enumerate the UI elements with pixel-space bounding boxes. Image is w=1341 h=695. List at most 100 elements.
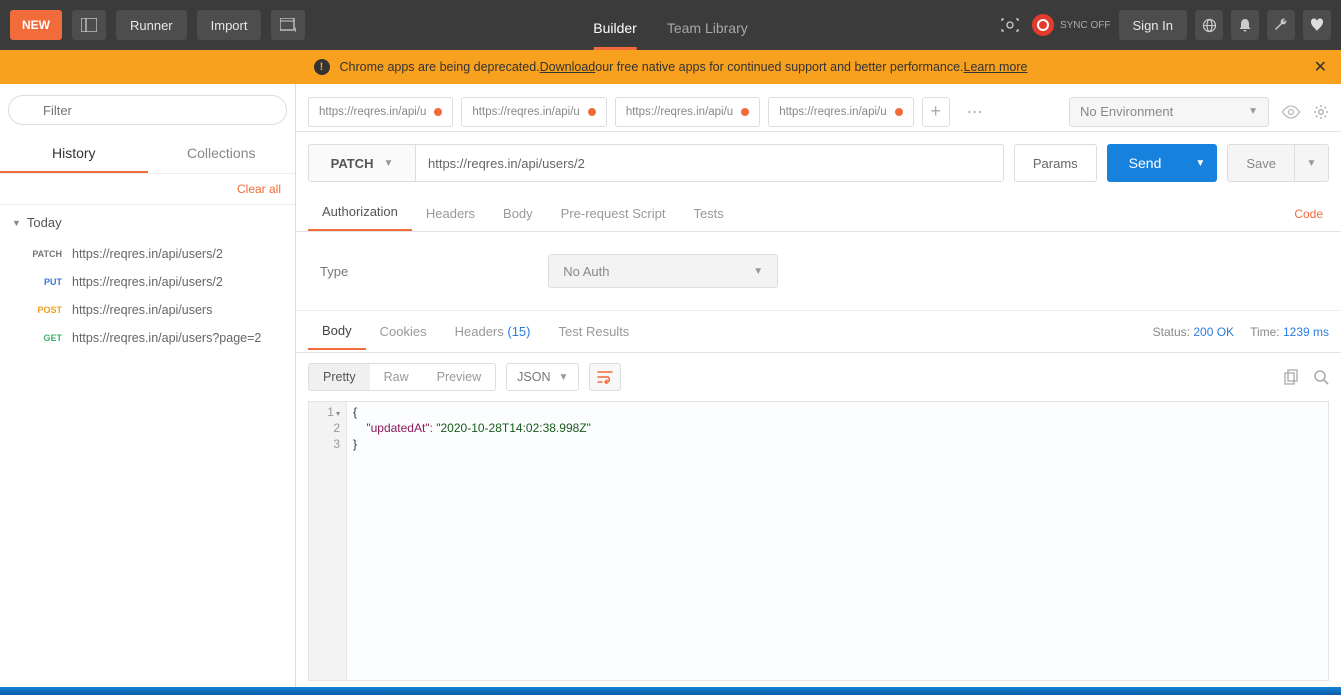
- tab-req-headers[interactable]: Headers: [412, 196, 489, 231]
- send-button[interactable]: Send: [1107, 144, 1184, 182]
- request-tab[interactable]: https://reqres.in/api/u: [768, 97, 913, 127]
- code-link[interactable]: Code: [1288, 197, 1329, 231]
- chevron-down-icon: ▼: [753, 266, 763, 277]
- tab-resp-headers[interactable]: Headers (15): [441, 314, 545, 349]
- tab-prerequest[interactable]: Pre-request Script: [547, 196, 680, 231]
- history-method: GET: [28, 333, 62, 343]
- tab-team-library[interactable]: Team Library: [667, 20, 748, 50]
- footer-strip: [0, 687, 1341, 695]
- banner-text-2: our free native apps for continued suppo…: [595, 60, 963, 74]
- tab-tests[interactable]: Tests: [679, 196, 737, 231]
- banner-download-link[interactable]: Download: [540, 60, 596, 74]
- new-button[interactable]: NEW: [10, 10, 62, 40]
- auth-panel: Type No Auth ▼: [296, 232, 1341, 311]
- sync-status[interactable]: SYNC OFF: [1032, 14, 1111, 36]
- request-tab-row: https://reqres.in/api/u https://reqres.in…: [296, 84, 1341, 132]
- copy-icon: [1284, 369, 1299, 385]
- request-tab-label: https://reqres.in/api/u: [626, 106, 733, 118]
- view-preview[interactable]: Preview: [423, 364, 495, 390]
- tab-resp-body[interactable]: Body: [308, 313, 366, 350]
- bell-icon: [1238, 18, 1252, 33]
- request-tab-label: https://reqres.in/api/u: [779, 106, 886, 118]
- tab-resp-tests[interactable]: Test Results: [545, 314, 644, 349]
- chevron-down-icon: ▼: [1248, 106, 1258, 117]
- history-method: POST: [28, 305, 62, 315]
- env-settings-button[interactable]: [1313, 104, 1329, 120]
- chevron-down-icon: ▼: [1307, 158, 1317, 169]
- quick-look-button[interactable]: [1281, 105, 1301, 119]
- history-group-header[interactable]: ▼ Today: [0, 205, 295, 240]
- url-input[interactable]: [416, 144, 1004, 182]
- tab-overflow-button[interactable]: ⋯: [958, 97, 992, 127]
- eye-icon: [1281, 105, 1301, 119]
- history-item[interactable]: PUThttps://reqres.in/api/users/2: [0, 268, 295, 296]
- heart-button[interactable]: [1303, 10, 1331, 40]
- history-method: PATCH: [28, 249, 62, 259]
- tab-history[interactable]: History: [0, 135, 148, 173]
- new-window-button[interactable]: +: [271, 10, 305, 40]
- request-tab[interactable]: https://reqres.in/api/u: [461, 97, 606, 127]
- sync-icon: [1032, 14, 1054, 36]
- save-button[interactable]: Save: [1227, 144, 1295, 182]
- time-value: 1239 ms: [1283, 325, 1329, 339]
- top-nav: Builder Team Library: [593, 0, 748, 50]
- tab-req-body[interactable]: Body: [489, 196, 547, 231]
- toggle-sidebar-button[interactable]: [72, 10, 106, 40]
- banner-learn-link[interactable]: Learn more: [964, 60, 1028, 74]
- line-wrap-button[interactable]: [589, 363, 621, 391]
- request-line: PATCH ▼ Params Send ▼ Save ▼: [296, 132, 1341, 194]
- notifications-button[interactable]: [1231, 10, 1259, 40]
- tab-resp-cookies[interactable]: Cookies: [366, 314, 441, 349]
- settings-button[interactable]: [1267, 10, 1295, 40]
- headers-count: (15): [507, 324, 530, 339]
- view-mode-segment: Pretty Raw Preview: [308, 363, 496, 391]
- history-item[interactable]: PATCH https://reqres.in/api/users/2: [0, 240, 295, 268]
- request-tab[interactable]: https://reqres.in/api/u: [308, 97, 453, 127]
- globe-icon: [1202, 18, 1217, 33]
- send-dropdown-button[interactable]: ▼: [1183, 144, 1217, 182]
- code-body[interactable]: { "updatedAt": "2020-10-28T14:02:38.998Z…: [347, 402, 1328, 680]
- time-meta: Time: 1239 ms: [1250, 325, 1329, 339]
- method-select[interactable]: PATCH ▼: [308, 144, 416, 182]
- auth-type-label: Type: [320, 264, 348, 279]
- view-pretty[interactable]: Pretty: [309, 364, 370, 390]
- warning-icon: !: [314, 59, 330, 75]
- request-tab[interactable]: https://reqres.in/api/u: [615, 97, 760, 127]
- import-button[interactable]: Import: [197, 10, 262, 40]
- tab-collections[interactable]: Collections: [148, 135, 296, 173]
- caret-down-icon: ▼: [12, 218, 21, 228]
- add-tab-button[interactable]: +: [922, 97, 950, 127]
- request-tab-label: https://reqres.in/api/u: [319, 106, 426, 118]
- method-label: PATCH: [331, 156, 374, 171]
- status-meta: Status: 200 OK: [1153, 325, 1234, 339]
- capture-button[interactable]: [996, 10, 1024, 40]
- history-item[interactable]: POSThttps://reqres.in/api/users: [0, 296, 295, 324]
- history-item[interactable]: GET https://reqres.in/api/users?page=2: [0, 324, 295, 352]
- history-url: https://reqres.in/api/users/2: [72, 247, 223, 261]
- history-method: PUT: [28, 277, 62, 287]
- tab-authorization[interactable]: Authorization: [308, 194, 412, 231]
- environment-select[interactable]: No Environment ▼: [1069, 97, 1269, 127]
- chevron-down-icon: ▼: [383, 158, 393, 169]
- clear-all-link[interactable]: Clear all: [0, 174, 295, 205]
- wrench-icon: [1273, 18, 1289, 33]
- wrap-icon: [597, 370, 613, 384]
- request-section-tabs: Authorization Headers Body Pre-request S…: [296, 194, 1341, 232]
- view-raw[interactable]: Raw: [370, 364, 423, 390]
- format-select[interactable]: JSON ▼: [506, 363, 579, 391]
- params-button[interactable]: Params: [1014, 144, 1097, 182]
- sidebar: History Collections Clear all ▼ Today PA…: [0, 84, 296, 687]
- sign-in-button[interactable]: Sign In: [1119, 10, 1187, 40]
- tab-builder[interactable]: Builder: [593, 20, 637, 50]
- gear-icon: [1313, 104, 1329, 120]
- history-url: https://reqres.in/api/users?page=2: [72, 331, 261, 345]
- runner-button[interactable]: Runner: [116, 10, 187, 40]
- search-response-button[interactable]: [1313, 369, 1329, 385]
- filter-input[interactable]: [8, 95, 287, 125]
- copy-button[interactable]: [1284, 369, 1299, 385]
- svg-text:+: +: [293, 25, 296, 32]
- globe-button[interactable]: [1195, 10, 1223, 40]
- banner-close-button[interactable]: ✕: [1314, 57, 1327, 77]
- auth-type-select[interactable]: No Auth ▼: [548, 254, 778, 288]
- save-dropdown-button[interactable]: ▼: [1295, 144, 1329, 182]
